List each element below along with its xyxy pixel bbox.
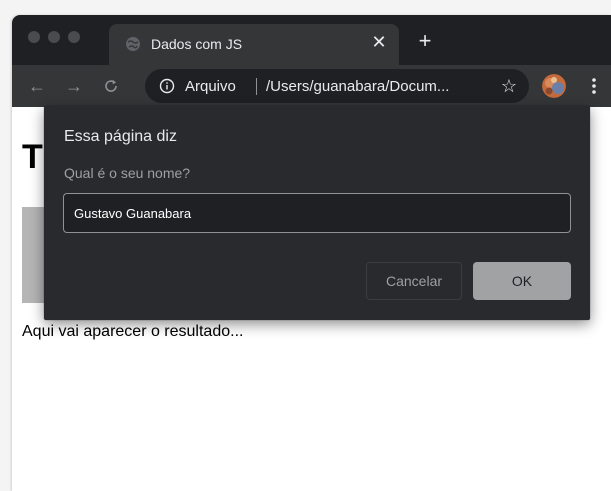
globe-icon [125, 36, 141, 52]
prompt-input[interactable] [63, 193, 571, 233]
info-icon[interactable] [159, 78, 175, 94]
arrow-right-icon[interactable]: → [63, 75, 85, 97]
origin-label: Arquivo [185, 78, 236, 95]
address-separator [256, 78, 257, 95]
ok-button[interactable]: OK [473, 262, 571, 300]
reload-icon[interactable] [100, 75, 122, 97]
page-heading: T [22, 138, 43, 176]
window-minimize-control[interactable] [48, 31, 60, 43]
screenshot-stage: Dados com JS ✕ + ← → Arquivo /Users/guan… [0, 0, 611, 491]
plus-icon[interactable]: + [415, 30, 435, 52]
address-bar[interactable]: Arquivo /Users/guanabara/Docum... ☆ [145, 69, 529, 103]
star-icon[interactable]: ☆ [499, 76, 519, 96]
prompt-dialog: Essa página diz Qual é o seu nome? Cance… [44, 106, 590, 320]
avatar[interactable] [542, 74, 566, 98]
dialog-message: Qual é o seu nome? [64, 165, 191, 181]
dialog-title: Essa página diz [64, 128, 177, 145]
tab-title: Dados com JS [151, 36, 243, 52]
tab-strip: Dados com JS ✕ + [12, 15, 611, 65]
url-text[interactable]: /Users/guanabara/Docum... [266, 78, 449, 95]
kebab-menu-icon[interactable] [587, 76, 601, 96]
tab-dados-com-js[interactable]: Dados com JS ✕ [109, 24, 399, 65]
close-icon[interactable]: ✕ [369, 32, 389, 52]
browser-toolbar: ← → Arquivo /Users/guanabara/Docum... ☆ [12, 65, 611, 107]
result-text: Aqui vai aparecer o resultado... [22, 323, 244, 340]
cancel-button[interactable]: Cancelar [366, 262, 462, 300]
window-zoom-control[interactable] [68, 31, 80, 43]
window-close-control[interactable] [28, 31, 40, 43]
arrow-left-icon[interactable]: ← [26, 75, 48, 97]
